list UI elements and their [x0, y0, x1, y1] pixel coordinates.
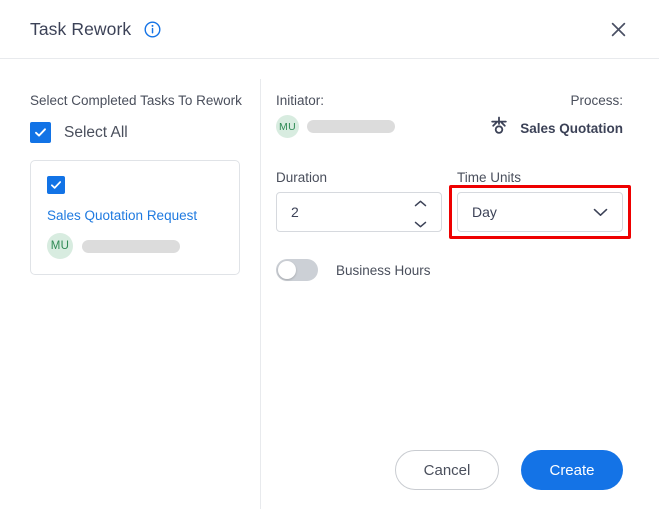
select-all-checkbox[interactable]	[30, 122, 51, 143]
process-name: Sales Quotation	[520, 121, 623, 136]
duration-label: Duration	[276, 170, 328, 185]
list-item[interactable]: Sales Quotation Request MU	[30, 160, 240, 275]
details-panel: Initiator: MU Process: Sales Quotation D…	[260, 59, 659, 510]
task-selection-panel: Select Completed Tasks To Rework Select …	[0, 59, 260, 510]
avatar: MU	[276, 115, 299, 138]
assignee-name-redacted	[82, 239, 180, 253]
initiator-value: MU	[276, 115, 395, 138]
chevron-down-icon[interactable]	[414, 215, 427, 231]
business-hours-row: Business Hours	[276, 259, 623, 281]
toggle-knob	[278, 261, 296, 279]
initiator-label: Initiator:	[276, 93, 325, 108]
process-block: Process: Sales Quotation	[488, 93, 623, 142]
chevron-up-icon[interactable]	[414, 194, 427, 210]
quantity-stepper[interactable]	[414, 194, 435, 231]
initiator-process-row: Initiator: MU Process: Sales Quotation	[276, 93, 623, 142]
cancel-button[interactable]: Cancel	[395, 450, 499, 490]
chevron-down-icon[interactable]	[593, 204, 608, 220]
time-units-select[interactable]: Day	[457, 192, 623, 232]
task-assignee: MU	[47, 233, 225, 259]
duration-value: 2	[291, 204, 299, 220]
dialog-footer: Cancel Create	[395, 450, 623, 490]
duration-field: Duration 2	[276, 170, 442, 232]
dialog-body: Select Completed Tasks To Rework Select …	[0, 59, 659, 510]
duration-timeunits-row: Duration 2 Time Units Day	[276, 170, 631, 239]
panel-heading: Select Completed Tasks To Rework	[30, 93, 242, 108]
task-title[interactable]: Sales Quotation Request	[47, 208, 225, 223]
select-all-label: Select All	[64, 123, 128, 141]
process-label: Process:	[570, 93, 623, 108]
avatar: MU	[47, 233, 73, 259]
process-value: Sales Quotation	[488, 115, 623, 142]
initiator-name-redacted	[307, 120, 395, 133]
task-checkbox[interactable]	[47, 176, 65, 194]
duration-input[interactable]: 2	[276, 192, 442, 232]
time-units-value: Day	[472, 204, 497, 220]
close-icon[interactable]	[607, 18, 629, 40]
select-all-row[interactable]: Select All	[30, 122, 240, 143]
initiator-block: Initiator: MU	[276, 93, 395, 138]
page-title: Task Rework	[30, 18, 132, 39]
process-node-icon	[488, 115, 510, 142]
time-units-label: Time Units	[457, 170, 522, 185]
business-hours-toggle[interactable]	[276, 259, 318, 281]
time-units-field: Time Units Day	[449, 170, 631, 239]
info-circle-icon[interactable]	[144, 20, 161, 38]
business-hours-label: Business Hours	[336, 262, 431, 278]
create-button[interactable]: Create	[521, 450, 623, 490]
dialog-header: Task Rework	[0, 0, 659, 59]
